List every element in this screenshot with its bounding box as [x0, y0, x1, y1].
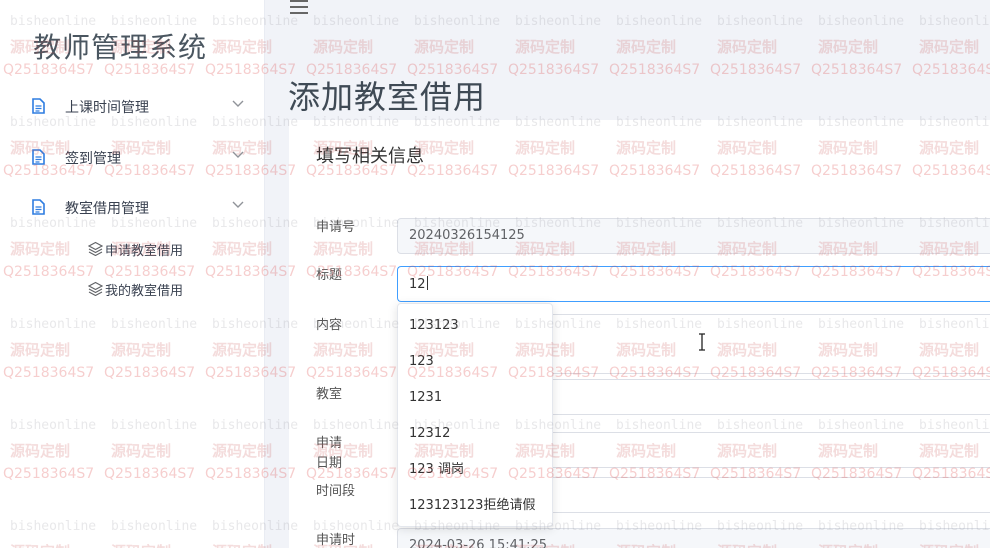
autocomplete-option[interactable]: 123123123拒绝请假 — [398, 488, 552, 524]
application-no-field: 20240326154125 — [397, 218, 990, 254]
sidebar-group-label: 上课时间管理 — [65, 100, 149, 116]
form-section-title: 填写相关信息 — [316, 146, 424, 167]
title-label: 标题 — [316, 268, 343, 283]
sidebar-group-class-time[interactable]: 上课时间管理 — [0, 91, 265, 121]
document-icon — [32, 98, 45, 114]
application-no-label: 申请号 — [316, 220, 356, 235]
autocomplete-option[interactable]: 1231 — [398, 380, 552, 416]
classroom-label: 教室 — [316, 387, 343, 402]
sidebar-item-label: 申请教室借用 — [105, 244, 184, 259]
title-input-value: 12 — [409, 277, 426, 292]
sidebar-group-label: 教室借用管理 — [65, 201, 149, 217]
document-icon — [32, 199, 45, 215]
sidebar-group-signin[interactable]: 签到管理 — [0, 142, 265, 172]
chevron-down-icon — [232, 201, 244, 208]
autocomplete-dropdown: 123123 123 1231 12312 123 调岗 123123123拒绝… — [397, 303, 553, 527]
text-caret — [426, 276, 428, 290]
hamburger-icon[interactable] — [290, 0, 310, 14]
apply-date-label: 申请日期 — [316, 436, 343, 471]
sidebar: 教师管理系统 上课时间管理 签到管理 教室借用管理 申请教室借用 我的教室借用 — [0, 0, 265, 548]
sidebar-group-classroom-borrow[interactable]: 教室借用管理 — [0, 192, 265, 222]
title-input[interactable]: 12 — [397, 266, 990, 302]
autocomplete-option[interactable]: 123 调岗 — [398, 452, 552, 488]
apply-time-field: 2024-03-26 15:41:25 — [397, 528, 990, 548]
content-label: 内容 — [316, 318, 343, 333]
app-title: 教师管理系统 — [33, 31, 208, 64]
chevron-down-icon — [232, 100, 244, 107]
time-slot-label: 时间段 — [316, 484, 356, 499]
document-icon — [32, 149, 45, 165]
sidebar-group-label: 签到管理 — [65, 151, 121, 167]
layers-icon — [88, 241, 103, 256]
chevron-down-icon — [232, 151, 244, 158]
page-title: 添加教室借用 — [288, 78, 487, 116]
apply-time-label: 申请时 — [316, 533, 356, 548]
sidebar-item-label: 我的教室借用 — [105, 284, 184, 299]
text-cursor-icon — [699, 333, 705, 351]
autocomplete-option[interactable]: 123123 — [398, 308, 552, 344]
layers-icon — [88, 281, 103, 296]
autocomplete-option[interactable]: 123 — [398, 344, 552, 380]
autocomplete-option[interactable]: 12312 — [398, 416, 552, 452]
